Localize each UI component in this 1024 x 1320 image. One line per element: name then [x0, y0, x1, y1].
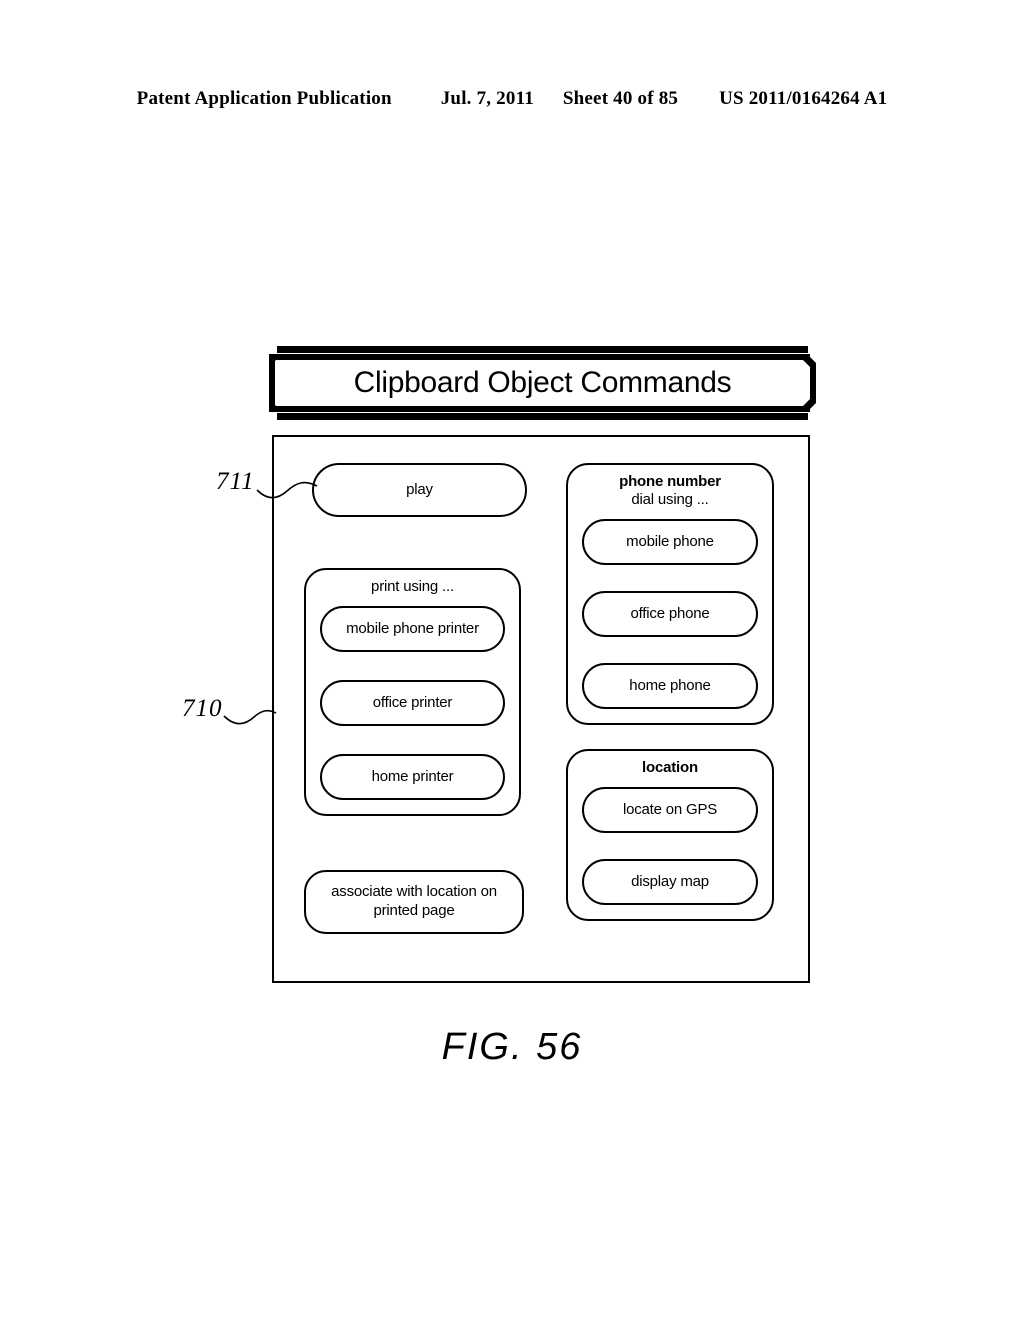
figure-caption: FIG. 56	[441, 1026, 583, 1068]
associate-with-location-button[interactable]: associate with location on printed page	[304, 870, 524, 934]
page-header: Patent Application Publication Jul. 7, 2…	[0, 88, 1024, 110]
dial-option-mobile-phone[interactable]: mobile phone	[582, 519, 758, 565]
leader-line-710	[223, 709, 277, 725]
right-command-column: phone number dial using ... mobile phone…	[566, 463, 784, 921]
header-publication: Patent Application Publication	[136, 88, 392, 109]
phone-number-group-title: phone number	[619, 473, 721, 490]
location-option-locate-on-gps[interactable]: locate on GPS	[582, 787, 758, 833]
phone-number-group: phone number dial using ... mobile phone…	[566, 463, 774, 725]
dial-option-office-phone[interactable]: office phone	[582, 591, 758, 637]
header-sheet-number: Sheet 40 of 85	[562, 88, 679, 109]
play-button[interactable]: play	[312, 463, 527, 517]
print-option-office-printer[interactable]: office printer	[320, 680, 505, 726]
print-using-group: print using ... mobile phone printer off…	[304, 568, 521, 816]
banner-title-text: Clipboard Object Commands	[353, 366, 732, 399]
title-banner: Clipboard Object Commands	[263, 346, 822, 420]
print-option-home-printer[interactable]: home printer	[320, 754, 505, 800]
leader-line-711	[256, 481, 318, 499]
phone-number-group-subtitle: dial using ...	[631, 491, 709, 508]
banner-top-bar	[277, 346, 808, 353]
phone-number-group-heading: phone number dial using ...	[582, 473, 758, 509]
header-date: Jul. 7, 2011	[440, 88, 534, 109]
print-using-group-title: print using ...	[371, 578, 454, 595]
header-patent-number: US 2011/0164264 A1	[719, 88, 888, 109]
location-group: location locate on GPS display map	[566, 749, 774, 921]
dial-option-home-phone[interactable]: home phone	[582, 663, 758, 709]
banner-bottom-bar	[277, 413, 808, 420]
reference-numeral-710: 710	[182, 695, 223, 722]
print-option-mobile-phone-printer[interactable]: mobile phone printer	[320, 606, 505, 652]
location-option-display-map[interactable]: display map	[582, 859, 758, 905]
left-command-column: play print using ... mobile phone printe…	[304, 463, 532, 934]
reference-numeral-711: 711	[216, 468, 255, 495]
location-group-title: location	[642, 759, 698, 776]
